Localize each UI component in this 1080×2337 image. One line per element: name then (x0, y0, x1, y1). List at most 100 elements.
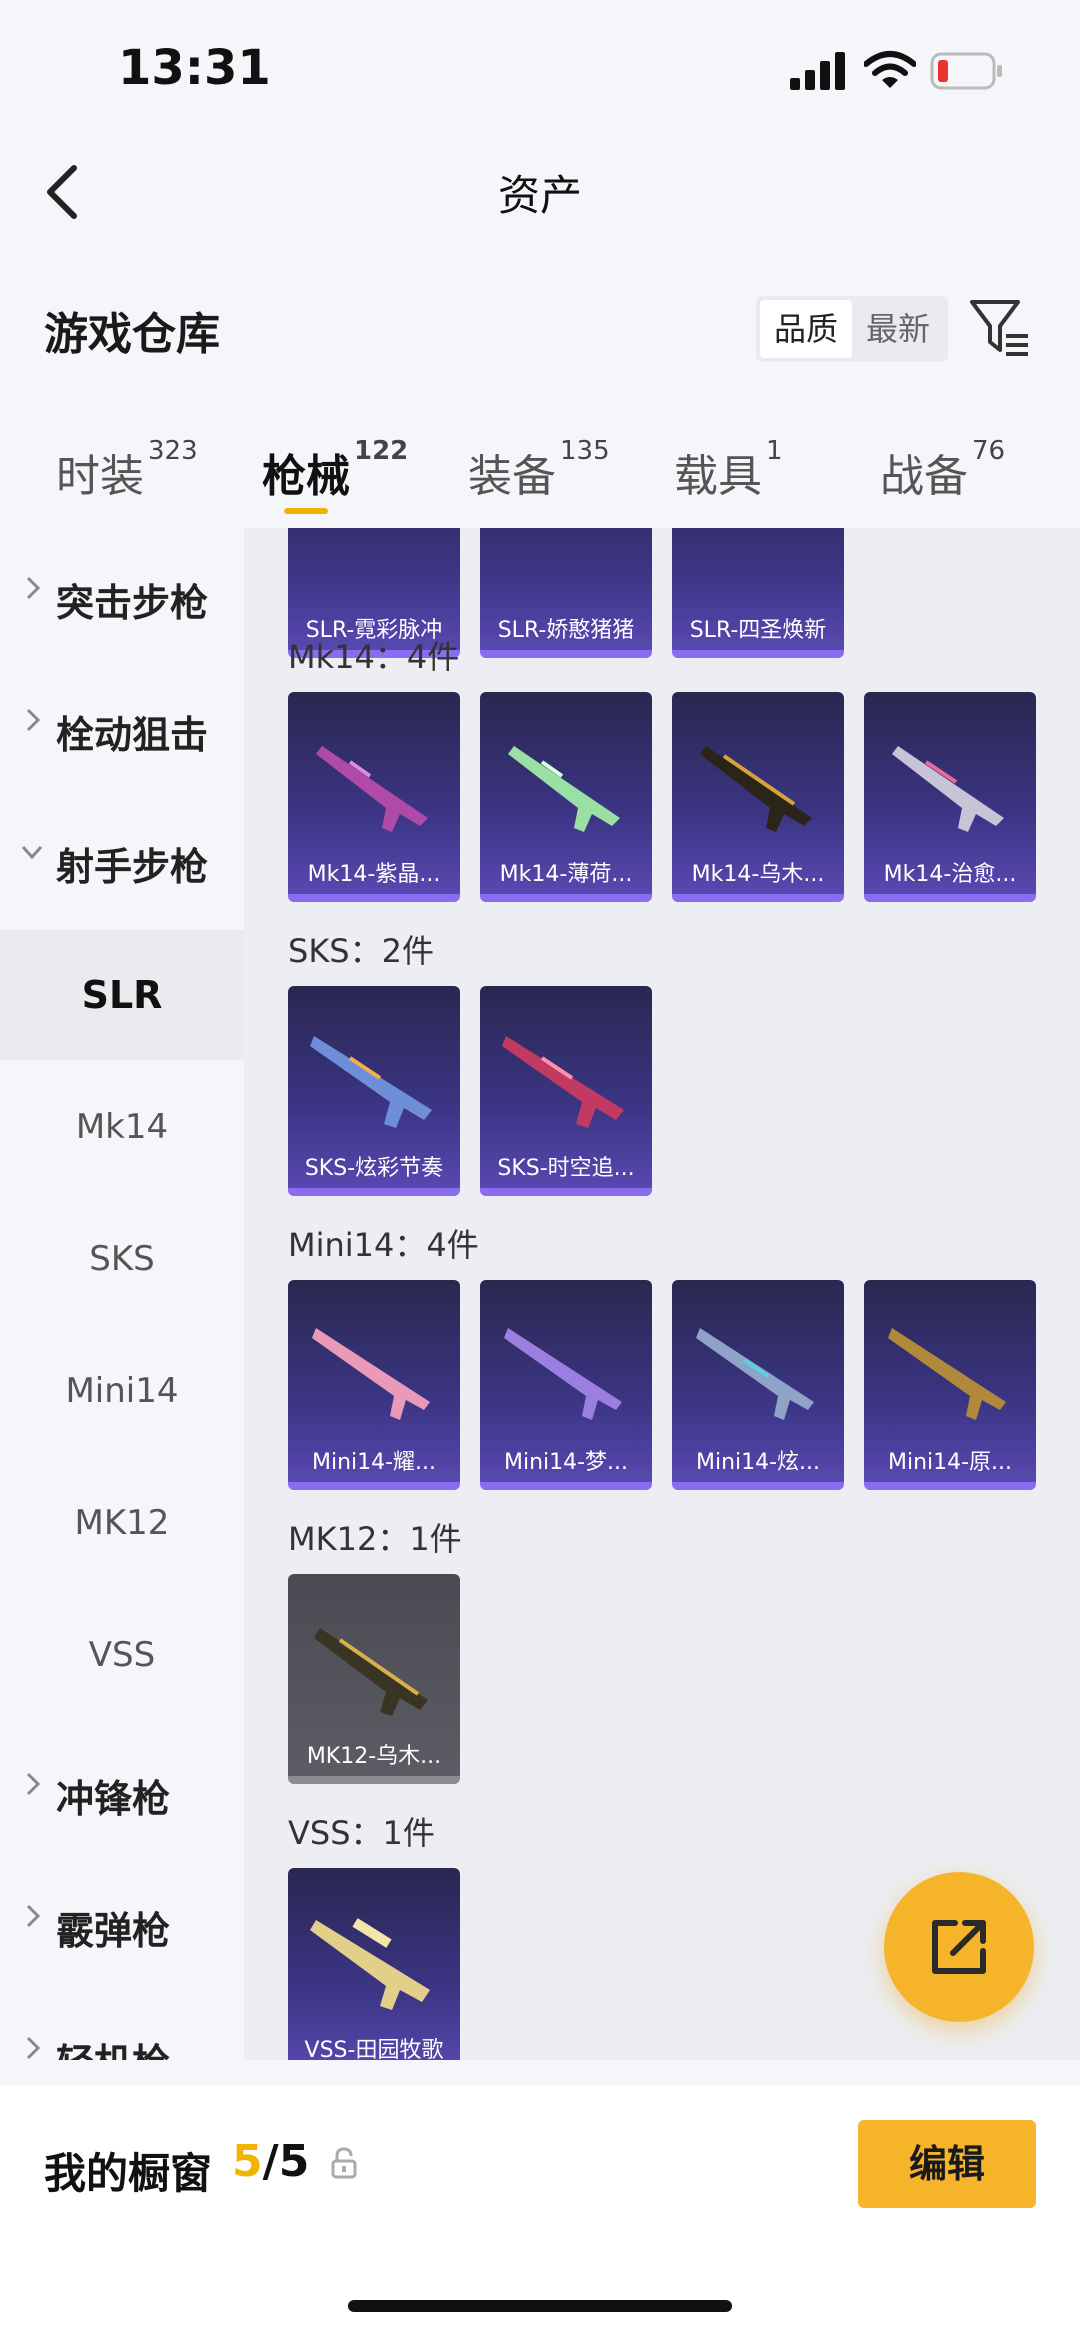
showcase-bar: 我的橱窗 5/5 编辑 (0, 2086, 1080, 2337)
filter-icon[interactable] (968, 296, 1032, 360)
sidebar-sub-slr[interactable]: SLR (0, 930, 244, 1060)
skin-name: Mk14-薄荷... (499, 862, 633, 887)
chevron-right-icon (26, 1772, 41, 1796)
tab-label: 载具 (674, 451, 762, 502)
tab-firearms[interactable]: 枪械 122 (262, 436, 408, 504)
group-label-mini14: Mini14：4件 (288, 1226, 479, 1264)
sidebar-sub-mini14[interactable]: Mini14 (0, 1326, 244, 1456)
skin-card[interactable]: Mk14-治愈... (864, 692, 1036, 902)
sidebar-sub-mk14[interactable]: Mk14 (0, 1062, 244, 1192)
skin-name: Mini14-原... (887, 1450, 1013, 1475)
lock-icon (331, 2147, 357, 2179)
showcase-count-total: /5 (262, 2136, 310, 2187)
chevron-right-icon (26, 1904, 41, 1928)
skin-name: SKS-时空追... (497, 1156, 635, 1181)
rifle-image (314, 1628, 428, 1716)
chevron-right-icon (26, 2036, 41, 2060)
rifle-image (310, 1918, 430, 2010)
share-external-icon (932, 1920, 986, 1974)
tab-vehicles[interactable]: 载具 1 (674, 436, 783, 504)
tab-combat-gear[interactable]: 战备 76 (880, 436, 1005, 504)
tab-label: 时装 (56, 451, 144, 502)
skin-card[interactable]: SKS-炫彩节奏 (288, 986, 460, 1196)
rifle-image (310, 1036, 432, 1128)
sidebar-sub-vss[interactable]: VSS (0, 1590, 244, 1720)
tab-label: 装备 (468, 451, 556, 502)
sort-by-newest[interactable]: 最新 (852, 300, 944, 358)
tab-count: 1 (766, 436, 783, 466)
skin-name: SKS-炫彩节奏 (304, 1156, 444, 1181)
tab-label: 战备 (880, 451, 968, 502)
skin-card[interactable]: SLR-四圣焕新 (672, 528, 844, 658)
sidebar-item-label: 轻机枪 (56, 2032, 170, 2060)
rifle-image (892, 746, 1004, 832)
skin-name: SLR-娇憨猪猪 (497, 618, 635, 643)
skin-card[interactable]: Mk14-薄荷... (480, 692, 652, 902)
showcase-label: 我的橱窗 (44, 2149, 213, 2198)
sidebar-item-label: 栓动狙击 (56, 713, 209, 757)
rifle-image (696, 1328, 814, 1420)
chevron-right-icon (26, 708, 41, 732)
sidebar-item-shotgun[interactable]: 霰弹枪 (0, 1856, 244, 1986)
showcase-count: 5/5 (232, 2136, 309, 2187)
group-label-vss: VSS：1件 (288, 1814, 435, 1852)
skin-card[interactable]: Mini14-耀... (288, 1280, 460, 1490)
skin-name: Mini14-炫... (695, 1450, 821, 1475)
active-tab-indicator (284, 508, 328, 514)
rifle-image (508, 746, 620, 832)
rifle-image (504, 1328, 622, 1420)
skin-name: Mk14-治愈... (883, 862, 1017, 887)
skin-card[interactable]: Mini14-梦... (480, 1280, 652, 1490)
skin-card[interactable]: VSS-田园牧歌 (288, 1868, 460, 2060)
rifle-image (700, 746, 812, 832)
sidebar-item-smg[interactable]: 冲锋枪 (0, 1724, 244, 1854)
skin-name: Mini14-耀... (311, 1450, 437, 1475)
skin-card[interactable]: SKS-时空追... (480, 986, 652, 1196)
wifi-icon (864, 51, 916, 88)
rifle-image (312, 1328, 430, 1420)
share-button[interactable] (884, 1872, 1034, 2022)
skin-name: MK12-乌木... (306, 1744, 442, 1769)
sidebar-item-label: 冲锋枪 (56, 1777, 171, 1821)
chevron-right-icon (26, 576, 41, 600)
sidebar-item-label: 霰弹枪 (56, 1909, 171, 1953)
tab-count: 76 (972, 436, 1006, 466)
skin-card[interactable]: Mini14-炫... (672, 1280, 844, 1490)
tab-fashion[interactable]: 时装 323 (56, 436, 198, 504)
tab-count: 135 (560, 436, 610, 466)
sidebar-item-label: 射手步枪 (56, 845, 209, 889)
sidebar-item-assault-rifle[interactable]: 突击步枪 (0, 528, 244, 658)
rifle-image (888, 1328, 1006, 1420)
skin-card[interactable]: Mini14-原... (864, 1280, 1036, 1490)
status-bar: 13:31 (0, 0, 1080, 140)
chevron-down-icon (21, 845, 43, 860)
sort-by-quality[interactable]: 品质 (760, 300, 852, 358)
page-title: 资产 (497, 171, 582, 220)
tab-count: 323 (148, 436, 198, 466)
sidebar-item-bolt-sniper[interactable]: 栓动狙击 (0, 660, 244, 790)
skin-card[interactable]: Mk14-乌木... (672, 692, 844, 902)
status-time: 13:31 (118, 40, 271, 96)
sort-toggle: 品质 最新 (756, 296, 948, 362)
skin-name: VSS-田园牧歌 (304, 2038, 444, 2060)
sidebar-item-lmg[interactable]: 轻机枪 (0, 1988, 244, 2060)
rifle-image (502, 1036, 624, 1128)
showcase-count-current: 5 (232, 2136, 263, 2187)
skin-card[interactable]: SLR-娇憨猪猪 (480, 528, 652, 658)
tab-label: 枪械 (262, 451, 350, 502)
skin-name: Mk14-乌木... (691, 862, 825, 887)
skin-card[interactable]: MK12-乌木... (288, 1574, 460, 1784)
home-indicator (348, 2300, 732, 2312)
rifle-image (316, 746, 428, 832)
skin-card[interactable]: Mk14-紫晶... (288, 692, 460, 902)
sidebar-sub-sks[interactable]: SKS (0, 1194, 244, 1324)
skin-name: SLR-四圣焕新 (689, 618, 827, 643)
sidebar-sub-mk12[interactable]: MK12 (0, 1458, 244, 1588)
battery-low-icon (930, 52, 1002, 90)
skin-name: Mini14-梦... (503, 1450, 629, 1475)
sidebar-item-marksman-rifle[interactable]: 射手步枪 (0, 792, 244, 922)
tab-equipment[interactable]: 装备 135 (468, 436, 610, 504)
cellular-signal-icon (790, 52, 845, 90)
section-title: 游戏仓库 (44, 309, 220, 360)
edit-button[interactable]: 编辑 (858, 2120, 1036, 2208)
